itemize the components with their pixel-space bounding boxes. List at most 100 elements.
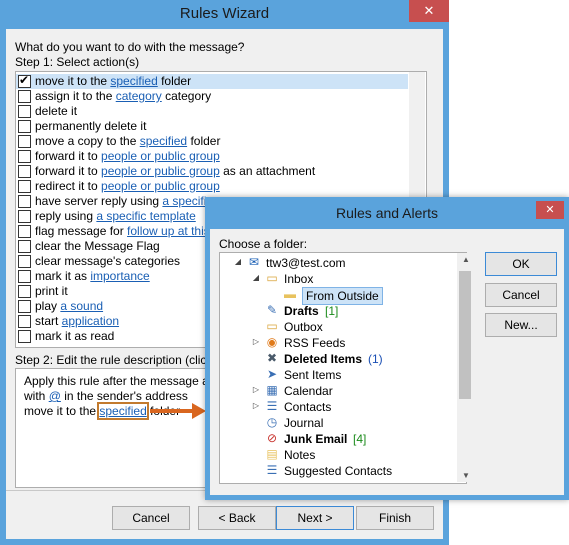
expander-icon[interactable]: ▷ (248, 399, 264, 413)
action-link[interactable]: a specific template (96, 209, 195, 223)
action-row[interactable]: assign it to the category category (16, 89, 408, 104)
new-button[interactable]: New... (485, 313, 557, 337)
action-link[interactable]: specified (140, 134, 187, 148)
close-icon[interactable]: ✕ (409, 0, 449, 22)
action-row[interactable]: forward it to people or public group as … (16, 164, 408, 179)
folder-item[interactable]: ▬ From Outside (220, 287, 456, 305)
action-label: have server reply using a specific (35, 194, 212, 209)
action-row[interactable]: move a copy to the specified folder (16, 134, 408, 149)
folder-item[interactable]: ▤ Notes (220, 447, 456, 463)
checkbox[interactable] (18, 225, 31, 238)
folder-item[interactable]: ▷ ▦ Calendar (220, 383, 456, 399)
next-button[interactable]: Next > (276, 506, 354, 530)
action-text: forward it to (35, 164, 102, 178)
checkbox[interactable] (18, 210, 31, 223)
checkbox[interactable] (18, 105, 31, 118)
action-row[interactable]: move it to the specified folder (16, 73, 408, 89)
scroll-up-icon[interactable]: ▲ (462, 255, 470, 264)
action-label: mark it as read (35, 329, 114, 344)
checkbox[interactable] (18, 120, 31, 133)
cancel-button[interactable]: Cancel (112, 506, 190, 530)
action-label: forward it to people or public group as … (35, 164, 315, 179)
action-row[interactable]: redirect it to people or public group (16, 179, 408, 194)
checkbox[interactable] (18, 150, 31, 163)
checkbox[interactable] (18, 285, 31, 298)
folder-tree[interactable]: ◢ ✉ ttw3@test.com ◢ ▭ Inbox ▬ From Outside ✎ Draf… (219, 252, 467, 484)
folder-item[interactable]: ◢ ✉ ttw3@test.com (220, 255, 456, 271)
action-link[interactable]: follow up at this (127, 224, 210, 238)
checkbox[interactable] (18, 90, 31, 103)
action-text: delete it (35, 104, 78, 118)
checkbox[interactable] (18, 165, 31, 178)
action-row[interactable]: delete it (16, 104, 408, 119)
folder-item[interactable]: ✎ Drafts [1] (220, 303, 456, 319)
desc-text: with (24, 389, 49, 403)
expander-icon[interactable]: ▷ (248, 335, 264, 349)
action-text: folder (187, 134, 221, 148)
at-link[interactable]: @ (49, 389, 61, 403)
rss-icon: ◉ (266, 335, 278, 349)
folder-item[interactable]: ✖ Deleted Items (1) (220, 351, 456, 367)
folder-item[interactable]: ⊘ Junk Email [4] (220, 431, 456, 447)
checkbox[interactable] (18, 315, 31, 328)
action-link[interactable]: specified (110, 74, 157, 88)
expander-icon[interactable]: ▷ (248, 383, 264, 397)
checkbox[interactable] (18, 73, 31, 88)
folder-item[interactable]: ▷ ◉ RSS Feeds (220, 335, 456, 351)
folder-label: ttw3@test.com (266, 256, 346, 270)
folder-icon: ▬ (284, 287, 296, 301)
folder-label: Sent Items (284, 368, 342, 382)
action-label: redirect it to people or public group (35, 179, 220, 194)
ok-button[interactable]: OK (485, 252, 557, 276)
folder-item[interactable]: ☰ Suggested Contacts (220, 463, 456, 479)
action-link[interactable]: people or public group (101, 164, 220, 178)
folder-item[interactable]: ▷ ☰ Contacts (220, 399, 456, 415)
dialog-title: Rules and Alerts (336, 205, 438, 221)
action-link[interactable]: importance (90, 269, 149, 283)
checkbox[interactable] (18, 300, 31, 313)
specified-link[interactable]: specified (97, 402, 149, 420)
folder-item[interactable]: ◢ ▭ Inbox (220, 271, 456, 287)
journal-icon: ◷ (266, 415, 278, 429)
close-icon[interactable]: ✕ (536, 201, 564, 219)
action-link[interactable]: category (116, 89, 162, 103)
notes-icon: ▤ (266, 447, 278, 461)
checkbox[interactable] (18, 270, 31, 283)
action-row[interactable]: forward it to people or public group (16, 149, 408, 164)
action-text: folder (157, 74, 192, 88)
action-link[interactable]: people or public group (101, 149, 220, 163)
checkbox[interactable] (18, 330, 31, 343)
cancel-button[interactable]: Cancel (485, 283, 557, 307)
action-link[interactable]: a sound (60, 299, 103, 313)
action-link[interactable]: people or public group (101, 179, 220, 193)
finish-button[interactable]: Finish (356, 506, 434, 530)
drafts-icon: ✎ (266, 303, 278, 317)
action-link[interactable]: application (62, 314, 119, 328)
action-label: move it to the specified folder (35, 74, 191, 89)
scroll-down-icon[interactable]: ▼ (462, 471, 470, 480)
action-text: forward it to (35, 149, 102, 163)
checkbox[interactable] (18, 255, 31, 268)
action-label: assign it to the category category (35, 89, 211, 104)
contacts-icon: ☰ (266, 399, 278, 413)
folder-label: Contacts (284, 400, 332, 414)
checkbox[interactable] (18, 195, 31, 208)
action-label: clear message's categories (35, 254, 180, 269)
expander-icon[interactable]: ◢ (248, 271, 264, 285)
expander-icon[interactable]: ◢ (230, 255, 246, 269)
choose-folder-label: Choose a folder: (219, 237, 308, 251)
action-label: print it (35, 284, 68, 299)
action-row[interactable]: permanently delete it (16, 119, 408, 134)
checkbox[interactable] (18, 240, 31, 253)
folder-item[interactable]: ▭ Outbox (220, 319, 456, 335)
calendar-icon: ▦ (266, 383, 278, 397)
action-text: clear the Message Flag (35, 239, 160, 253)
folder-item[interactable]: ➤ Sent Items (220, 367, 456, 383)
checkbox[interactable] (18, 135, 31, 148)
folder-item[interactable]: ◷ Journal (220, 415, 456, 431)
back-button[interactable]: < Back (198, 506, 276, 530)
action-text: have server reply using (35, 194, 163, 208)
checkbox[interactable] (18, 180, 31, 193)
action-label: forward it to people or public group (35, 149, 220, 164)
tree-scroll-thumb[interactable] (459, 271, 471, 399)
